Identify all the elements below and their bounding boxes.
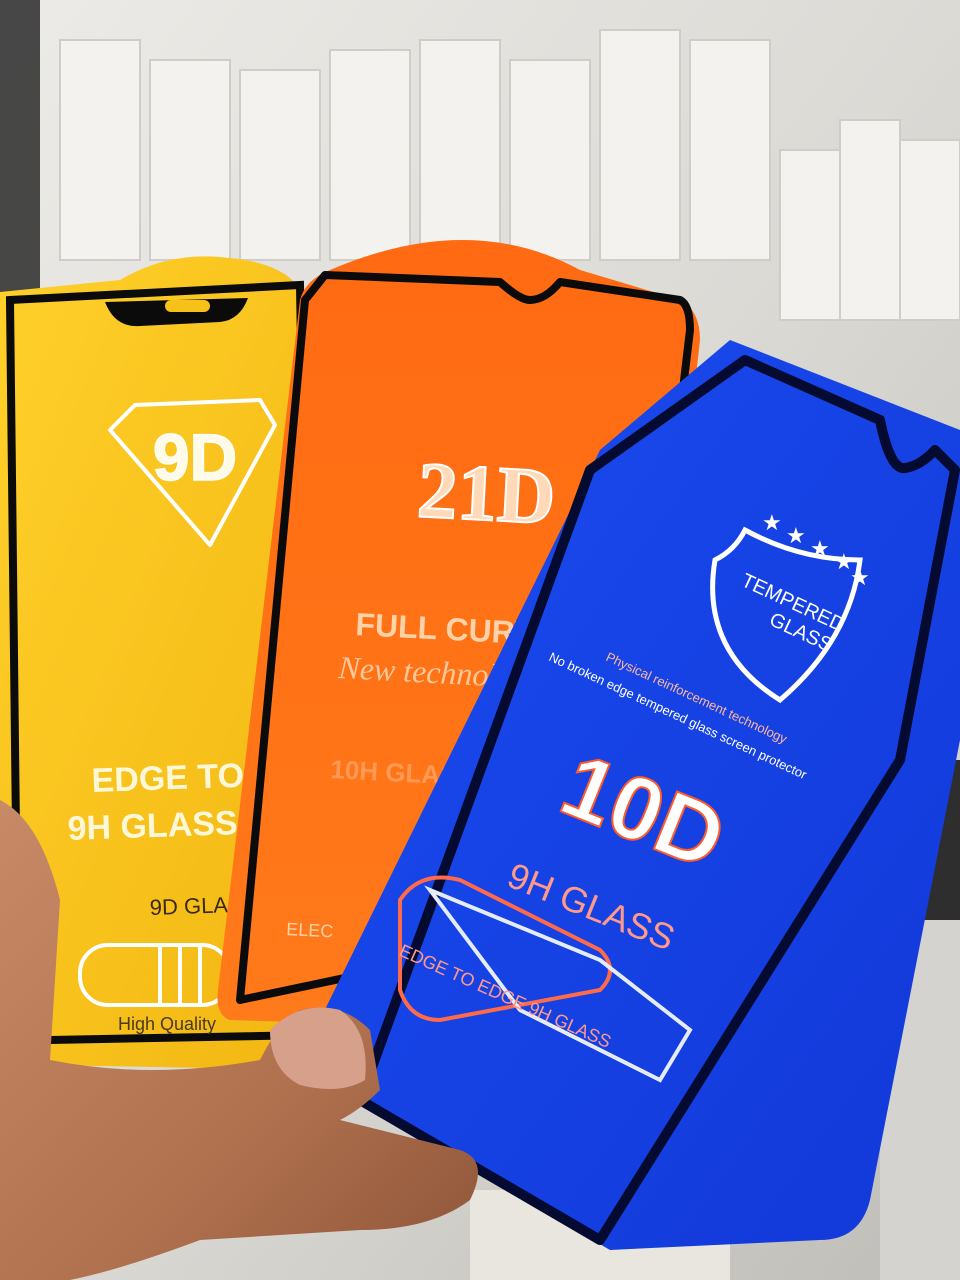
yellow-line2: 9H GLASS [67,804,238,848]
orange-badge: 21D [415,446,557,541]
svg-text:★: ★ [810,536,830,561]
yellow-diagram-label: 9D GLA [149,892,228,920]
yellow-badge: 9D [153,420,237,494]
svg-text:★: ★ [786,523,806,548]
svg-text:★: ★ [850,565,870,590]
yellow-line1: EDGE TO [91,757,245,800]
yellow-quality-label: High Quality [118,1014,216,1034]
svg-text:★: ★ [762,510,782,535]
orange-diagram-label: ELEC [286,919,334,941]
photo-scene: 9D EDGE TO 9H GLASS 9D GLA High Quality … [0,0,960,1280]
